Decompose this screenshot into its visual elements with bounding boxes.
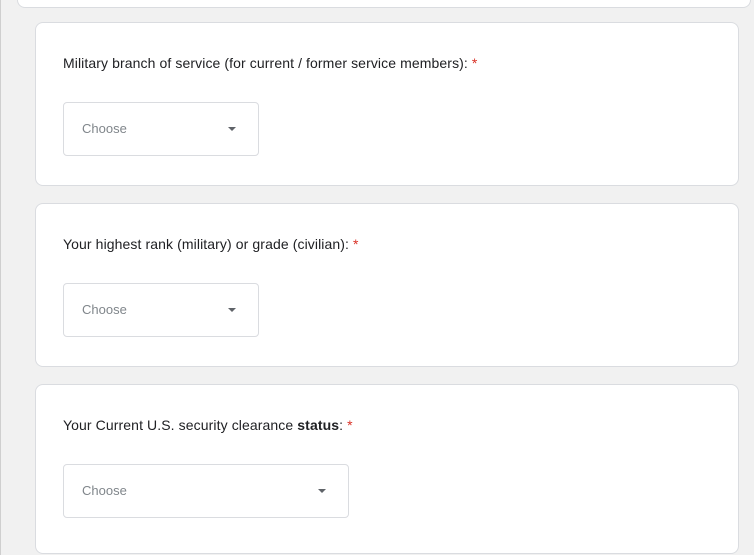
previous-card-edge	[17, 0, 751, 8]
question-text: Your highest rank (military) or grade (c…	[63, 236, 350, 252]
question-card-military-branch: Military branch of service (for current …	[35, 22, 739, 186]
clearance-status-select[interactable]: Choose	[63, 464, 349, 518]
highest-rank-select[interactable]: Choose	[63, 283, 259, 337]
form-page: Military branch of service (for current …	[0, 0, 754, 555]
dropdown-caret-icon	[318, 489, 326, 493]
question-text: Your Current U.S. security clearance	[63, 417, 298, 433]
question-title: Your highest rank (military) or grade (c…	[63, 236, 359, 252]
question-text-suffix: :	[339, 417, 344, 433]
required-asterisk: *	[471, 55, 478, 71]
required-asterisk: *	[347, 417, 353, 433]
military-branch-select[interactable]: Choose	[63, 102, 259, 156]
select-placeholder: Choose	[82, 302, 127, 317]
question-text-bold: status	[297, 417, 340, 433]
dropdown-caret-icon	[228, 127, 236, 131]
select-placeholder: Choose	[82, 121, 127, 136]
select-placeholder: Choose	[82, 483, 127, 498]
question-title: Military branch of service (for current …	[63, 55, 477, 71]
question-title: Your Current U.S. security clearance sta…	[63, 417, 353, 433]
required-asterisk: *	[353, 236, 359, 252]
question-card-highest-rank: Your highest rank (military) or grade (c…	[35, 203, 739, 367]
dropdown-caret-icon	[228, 308, 236, 312]
question-text: Military branch of service (for current …	[63, 55, 468, 71]
question-card-clearance-status: Your Current U.S. security clearance sta…	[35, 384, 739, 554]
